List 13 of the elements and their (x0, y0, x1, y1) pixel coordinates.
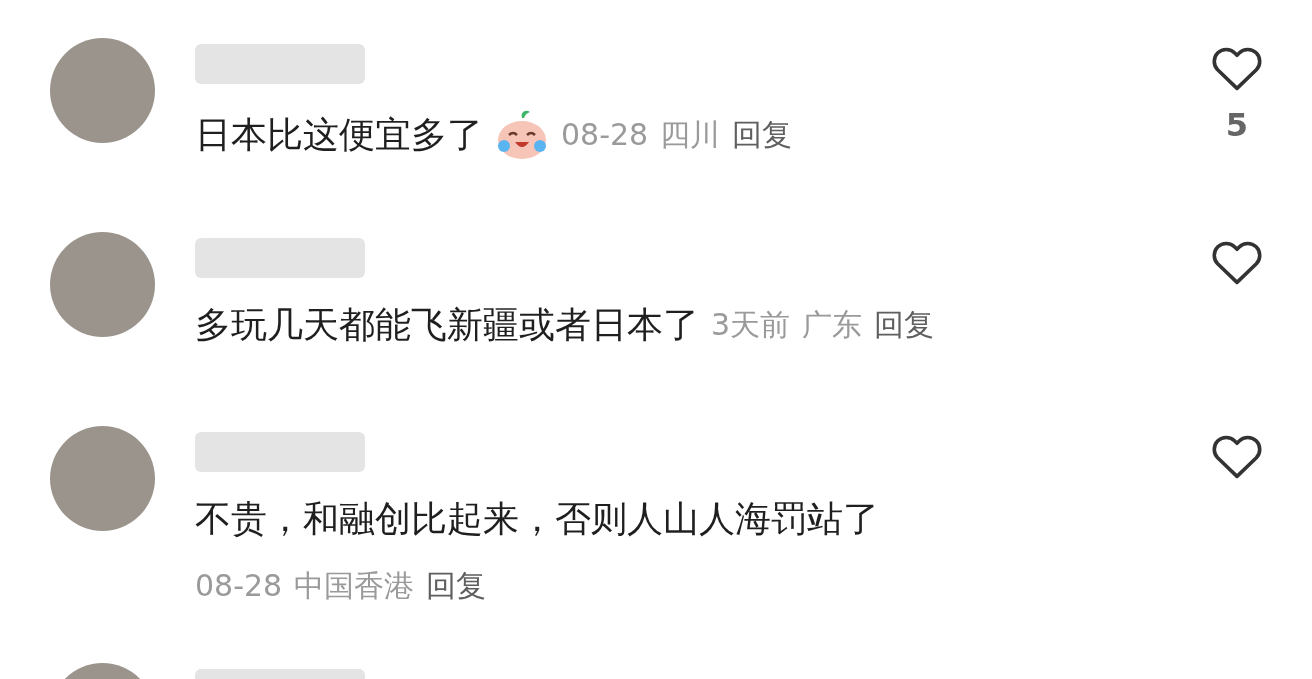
reply-link[interactable]: 回复 (874, 303, 935, 347)
reply-link[interactable]: 回复 (732, 113, 793, 157)
comment-location: 四川 (660, 116, 721, 154)
comment-location: 中国香港 (294, 567, 415, 605)
comment-text: 多玩几天都能飞新疆或者日本了 (195, 303, 699, 347)
reply-link[interactable]: 回复 (426, 564, 487, 608)
comment-date: 08-28 (561, 116, 649, 154)
comment-location: 广东 (802, 306, 863, 344)
comment-date: 08-28 (195, 567, 283, 605)
comment-date: 3天前 (711, 306, 791, 344)
like-count: 5 (1225, 106, 1249, 144)
comment-text: 日本比这便宜多了 (195, 113, 483, 157)
comment-text: 不贵，和融创比起来，否则人山人海罚站了 (195, 497, 879, 541)
